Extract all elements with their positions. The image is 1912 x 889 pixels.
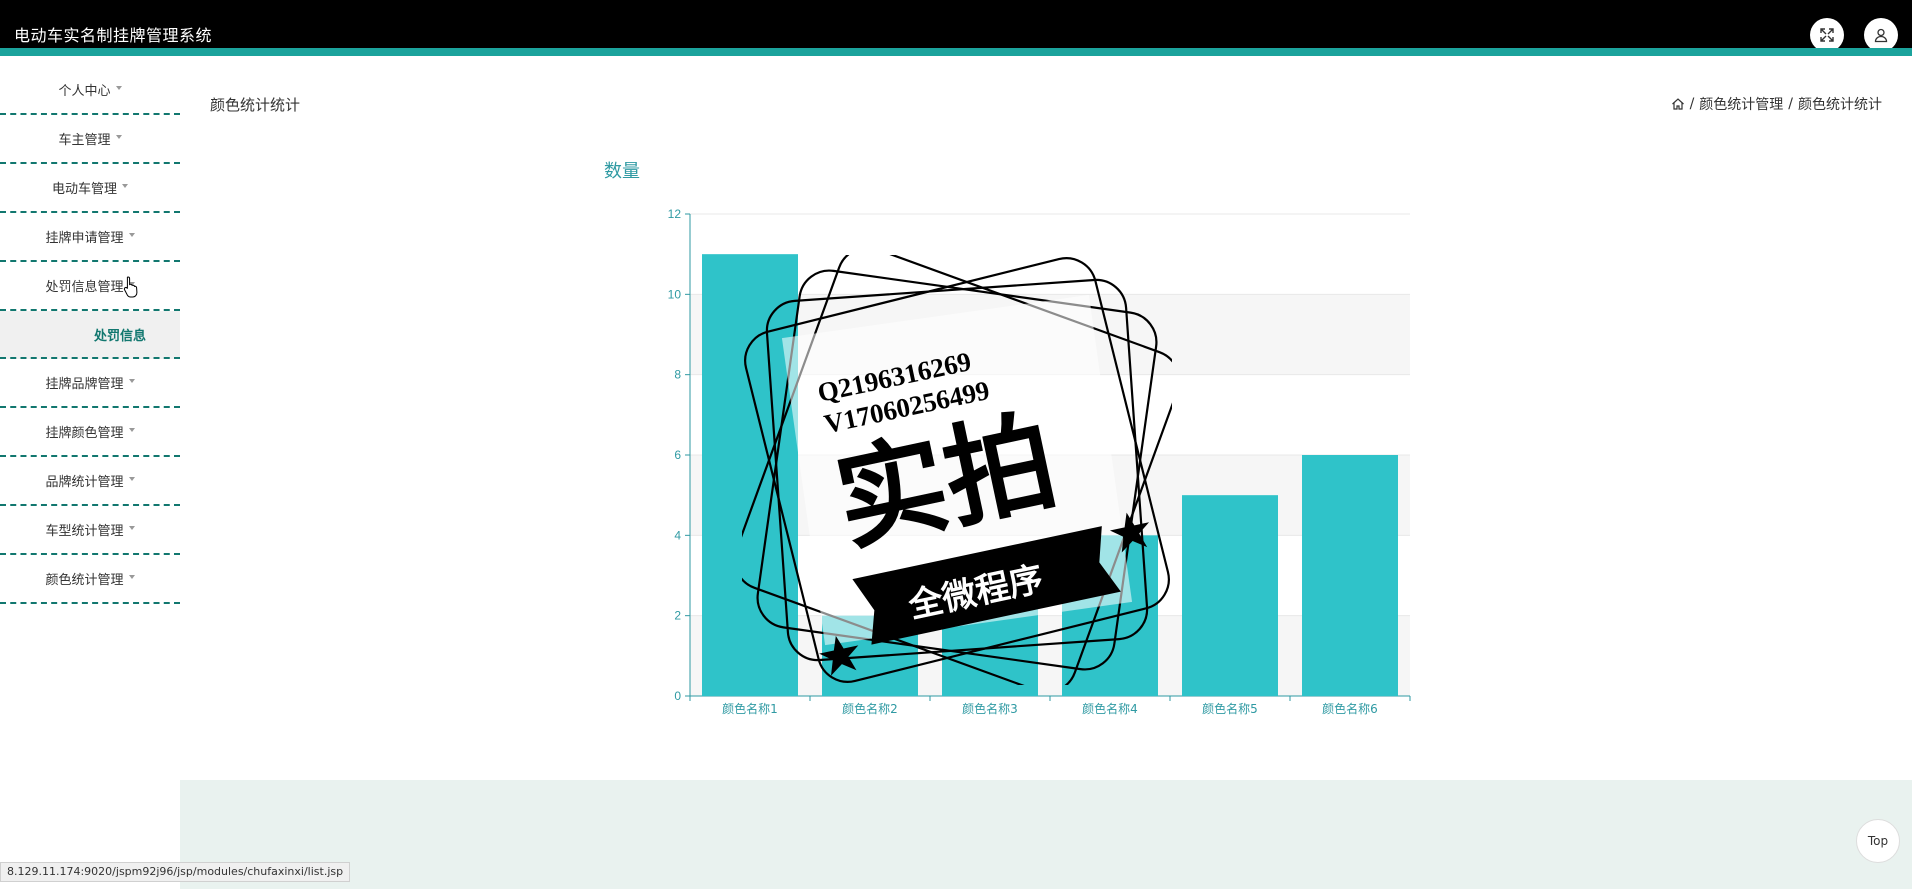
bar	[822, 615, 918, 696]
breadcrumb: / 颜色统计管理 / 颜色统计统计	[1671, 94, 1882, 114]
sidebar-item-label: 车型统计管理	[45, 524, 124, 539]
sidebar-item-plate-brand[interactable]: 挂牌品牌管理	[0, 359, 180, 408]
bar	[1302, 455, 1398, 696]
x-tick-label: 颜色名称1	[722, 701, 778, 716]
app-title: 电动车实名制挂牌管理系统	[14, 26, 213, 45]
user-icon	[1874, 28, 1888, 43]
fullscreen-button[interactable]	[1810, 18, 1844, 52]
y-tick-label: 6	[674, 448, 681, 462]
breadcrumb-level1[interactable]: 颜色统计管理	[1699, 94, 1783, 114]
breadcrumb-level2: 颜色统计统计	[1798, 97, 1882, 113]
status-bar-url: 8.129.11.174:9020/jspm92j96/jsp/modules/…	[0, 862, 351, 882]
sidebar-item-label: 挂牌申请管理	[45, 231, 124, 246]
user-button[interactable]	[1864, 18, 1898, 52]
y-tick-label: 8	[674, 368, 681, 382]
breadcrumb-separator: /	[1689, 96, 1695, 112]
sidebar-item-label: 挂牌品牌管理	[45, 377, 124, 392]
sidebar-item-plate-application[interactable]: 挂牌申请管理	[0, 213, 180, 262]
x-tick-label: 颜色名称4	[1082, 701, 1138, 716]
sidebar-item-label: 品牌统计管理	[45, 475, 124, 490]
sidebar-item-label: 车主管理	[58, 133, 111, 148]
sidebar-item-owner[interactable]: 车主管理	[0, 115, 180, 164]
sidebar-item-model-stats[interactable]: 车型统计管理	[0, 506, 180, 555]
x-tick-label: 颜色名称3	[962, 701, 1018, 716]
bar	[1062, 535, 1158, 696]
sidebar-item-label: 颜色统计管理	[45, 573, 124, 588]
sidebar-item-label: 电动车管理	[51, 182, 117, 197]
sidebar-item-penalty[interactable]: 处罚信息管理	[0, 262, 180, 311]
sidebar-subitem-label: 处罚信息	[93, 328, 146, 344]
caret-down-icon	[115, 134, 122, 139]
bar-chart: 0 2 4 6 8 10 12 颜色名称1 颜色名称2 颜色名称3 颜色名称4 颜色名称5 颜色名称6	[668, 207, 1411, 716]
footer-band	[180, 780, 1912, 889]
header-accent-bar	[0, 48, 1912, 56]
caret-down-icon	[122, 183, 128, 188]
y-tick-label: 4	[674, 528, 681, 542]
caret-down-icon	[128, 427, 135, 432]
top-header: 电动车实名制挂牌管理系统	[0, 0, 1912, 56]
hand-cursor-icon	[123, 276, 138, 298]
y-tick-label: 10	[668, 287, 682, 301]
sidebar: 个人中心 车主管理 电动车管理 挂牌申请管理 处罚信息管理 处罚信息 挂牌品牌管…	[0, 66, 180, 604]
y-tick-label: 0	[674, 689, 681, 703]
y-tick-label: 12	[668, 207, 682, 221]
sidebar-item-label: 个人中心	[58, 84, 111, 99]
sidebar-item-label: 挂牌颜色管理	[45, 426, 124, 441]
sidebar-subitem-penalty-info[interactable]: 处罚信息	[0, 311, 180, 359]
bar	[702, 254, 798, 696]
breadcrumb-separator: /	[1788, 96, 1793, 112]
home-icon[interactable]	[1671, 97, 1685, 111]
caret-down-icon	[128, 476, 135, 481]
sidebar-item-brand-stats[interactable]: 品牌统计管理	[0, 457, 180, 506]
sidebar-item-label: 处罚信息管理	[45, 280, 124, 295]
caret-down-icon	[128, 232, 135, 237]
caret-down-icon	[128, 378, 135, 383]
caret-down-icon	[128, 525, 135, 530]
page-title: 颜色统计统计	[210, 96, 301, 114]
x-tick-label: 颜色名称2	[842, 701, 898, 716]
expand-icon	[1820, 28, 1834, 42]
sidebar-item-ebike[interactable]: 电动车管理	[0, 164, 180, 213]
back-to-top-button[interactable]: Top	[1856, 819, 1900, 863]
bar	[1182, 495, 1278, 696]
x-tick-label: 颜色名称6	[1322, 701, 1378, 716]
caret-down-icon	[115, 85, 122, 90]
x-tick-label: 颜色名称5	[1202, 701, 1258, 716]
sidebar-item-plate-color[interactable]: 挂牌颜色管理	[0, 408, 180, 457]
sidebar-item-personal-center[interactable]: 个人中心	[0, 66, 180, 115]
chart-y-axis-title: 数量	[604, 161, 640, 182]
caret-down-icon	[128, 574, 135, 579]
y-tick-label: 2	[674, 609, 681, 623]
sidebar-item-color-stats[interactable]: 颜色统计管理	[0, 555, 180, 604]
bar	[942, 575, 1038, 696]
